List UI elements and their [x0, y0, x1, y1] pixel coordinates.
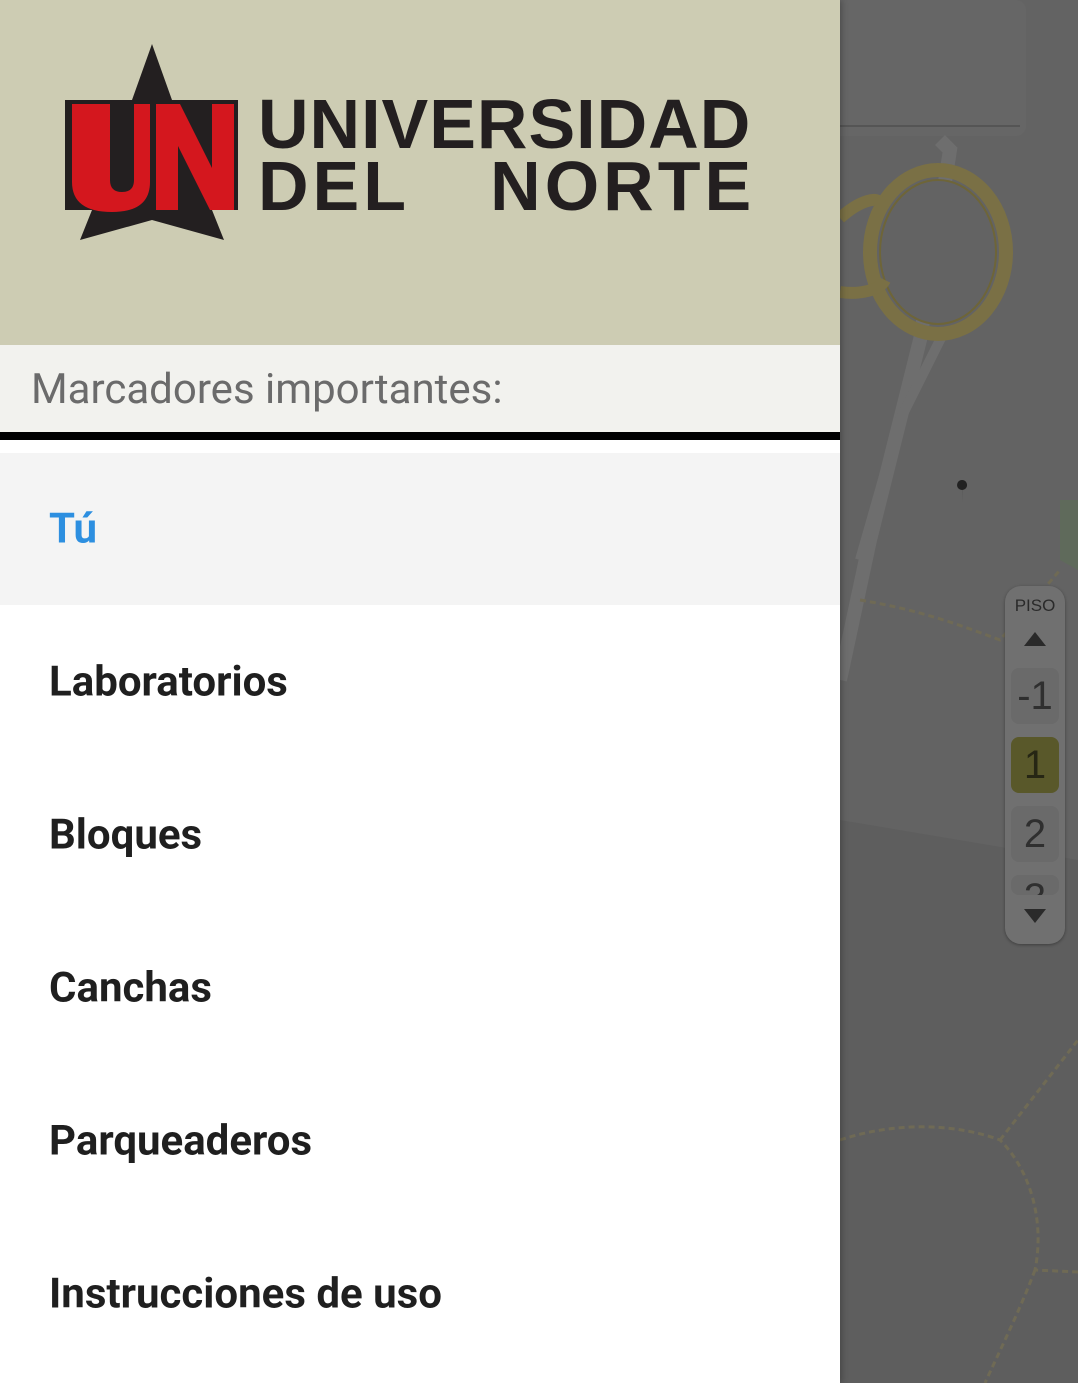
- menu-item-bloques[interactable]: Bloques: [0, 759, 840, 911]
- floor-button-minus-1[interactable]: -1: [1011, 668, 1059, 724]
- floor-up-arrow-icon[interactable]: [1024, 632, 1046, 646]
- menu-item-label: Instrucciones de uso: [49, 1269, 442, 1319]
- menu-item-tu[interactable]: Tú: [0, 453, 840, 605]
- section-header: Marcadores importantes:: [0, 345, 840, 433]
- menu-item-label: Bloques: [49, 810, 203, 860]
- menu-item-laboratorios[interactable]: Laboratorios: [0, 606, 840, 758]
- floor-button-1[interactable]: 1: [1011, 737, 1059, 793]
- floor-down-arrow-icon[interactable]: [1024, 909, 1046, 923]
- floor-picker-label: PISO: [1014, 596, 1056, 615]
- menu-item-label: Parqueaderos: [49, 1116, 313, 1166]
- section-title: Marcadores importantes:: [31, 365, 503, 414]
- university-logo: UNIVERSIDAD DEL NORTE: [62, 42, 782, 242]
- menu-item-parqueaderos[interactable]: Parqueaderos: [0, 1065, 840, 1217]
- menu-item-label: Canchas: [49, 963, 212, 1013]
- menu-item-label: Laboratorios: [49, 657, 288, 707]
- menu-item-canchas[interactable]: Canchas: [0, 912, 840, 1064]
- menu-item-label: Tú: [49, 504, 98, 554]
- un-logo-mark-icon: [65, 44, 238, 240]
- drawer-header: UNIVERSIDAD DEL NORTE: [0, 0, 840, 345]
- section-divider: [0, 432, 840, 440]
- navigation-drawer: UNIVERSIDAD DEL NORTE Marcadores importa…: [0, 0, 840, 1383]
- floor-button-2[interactable]: 2: [1011, 806, 1059, 862]
- logo-text-del-norte: DEL NORTE: [258, 147, 756, 225]
- floor-picker[interactable]: PISO -1 1 2 3: [1005, 586, 1065, 944]
- menu-item-instrucciones[interactable]: Instrucciones de uso: [0, 1218, 840, 1370]
- floor-button-3[interactable]: 3: [1011, 875, 1059, 895]
